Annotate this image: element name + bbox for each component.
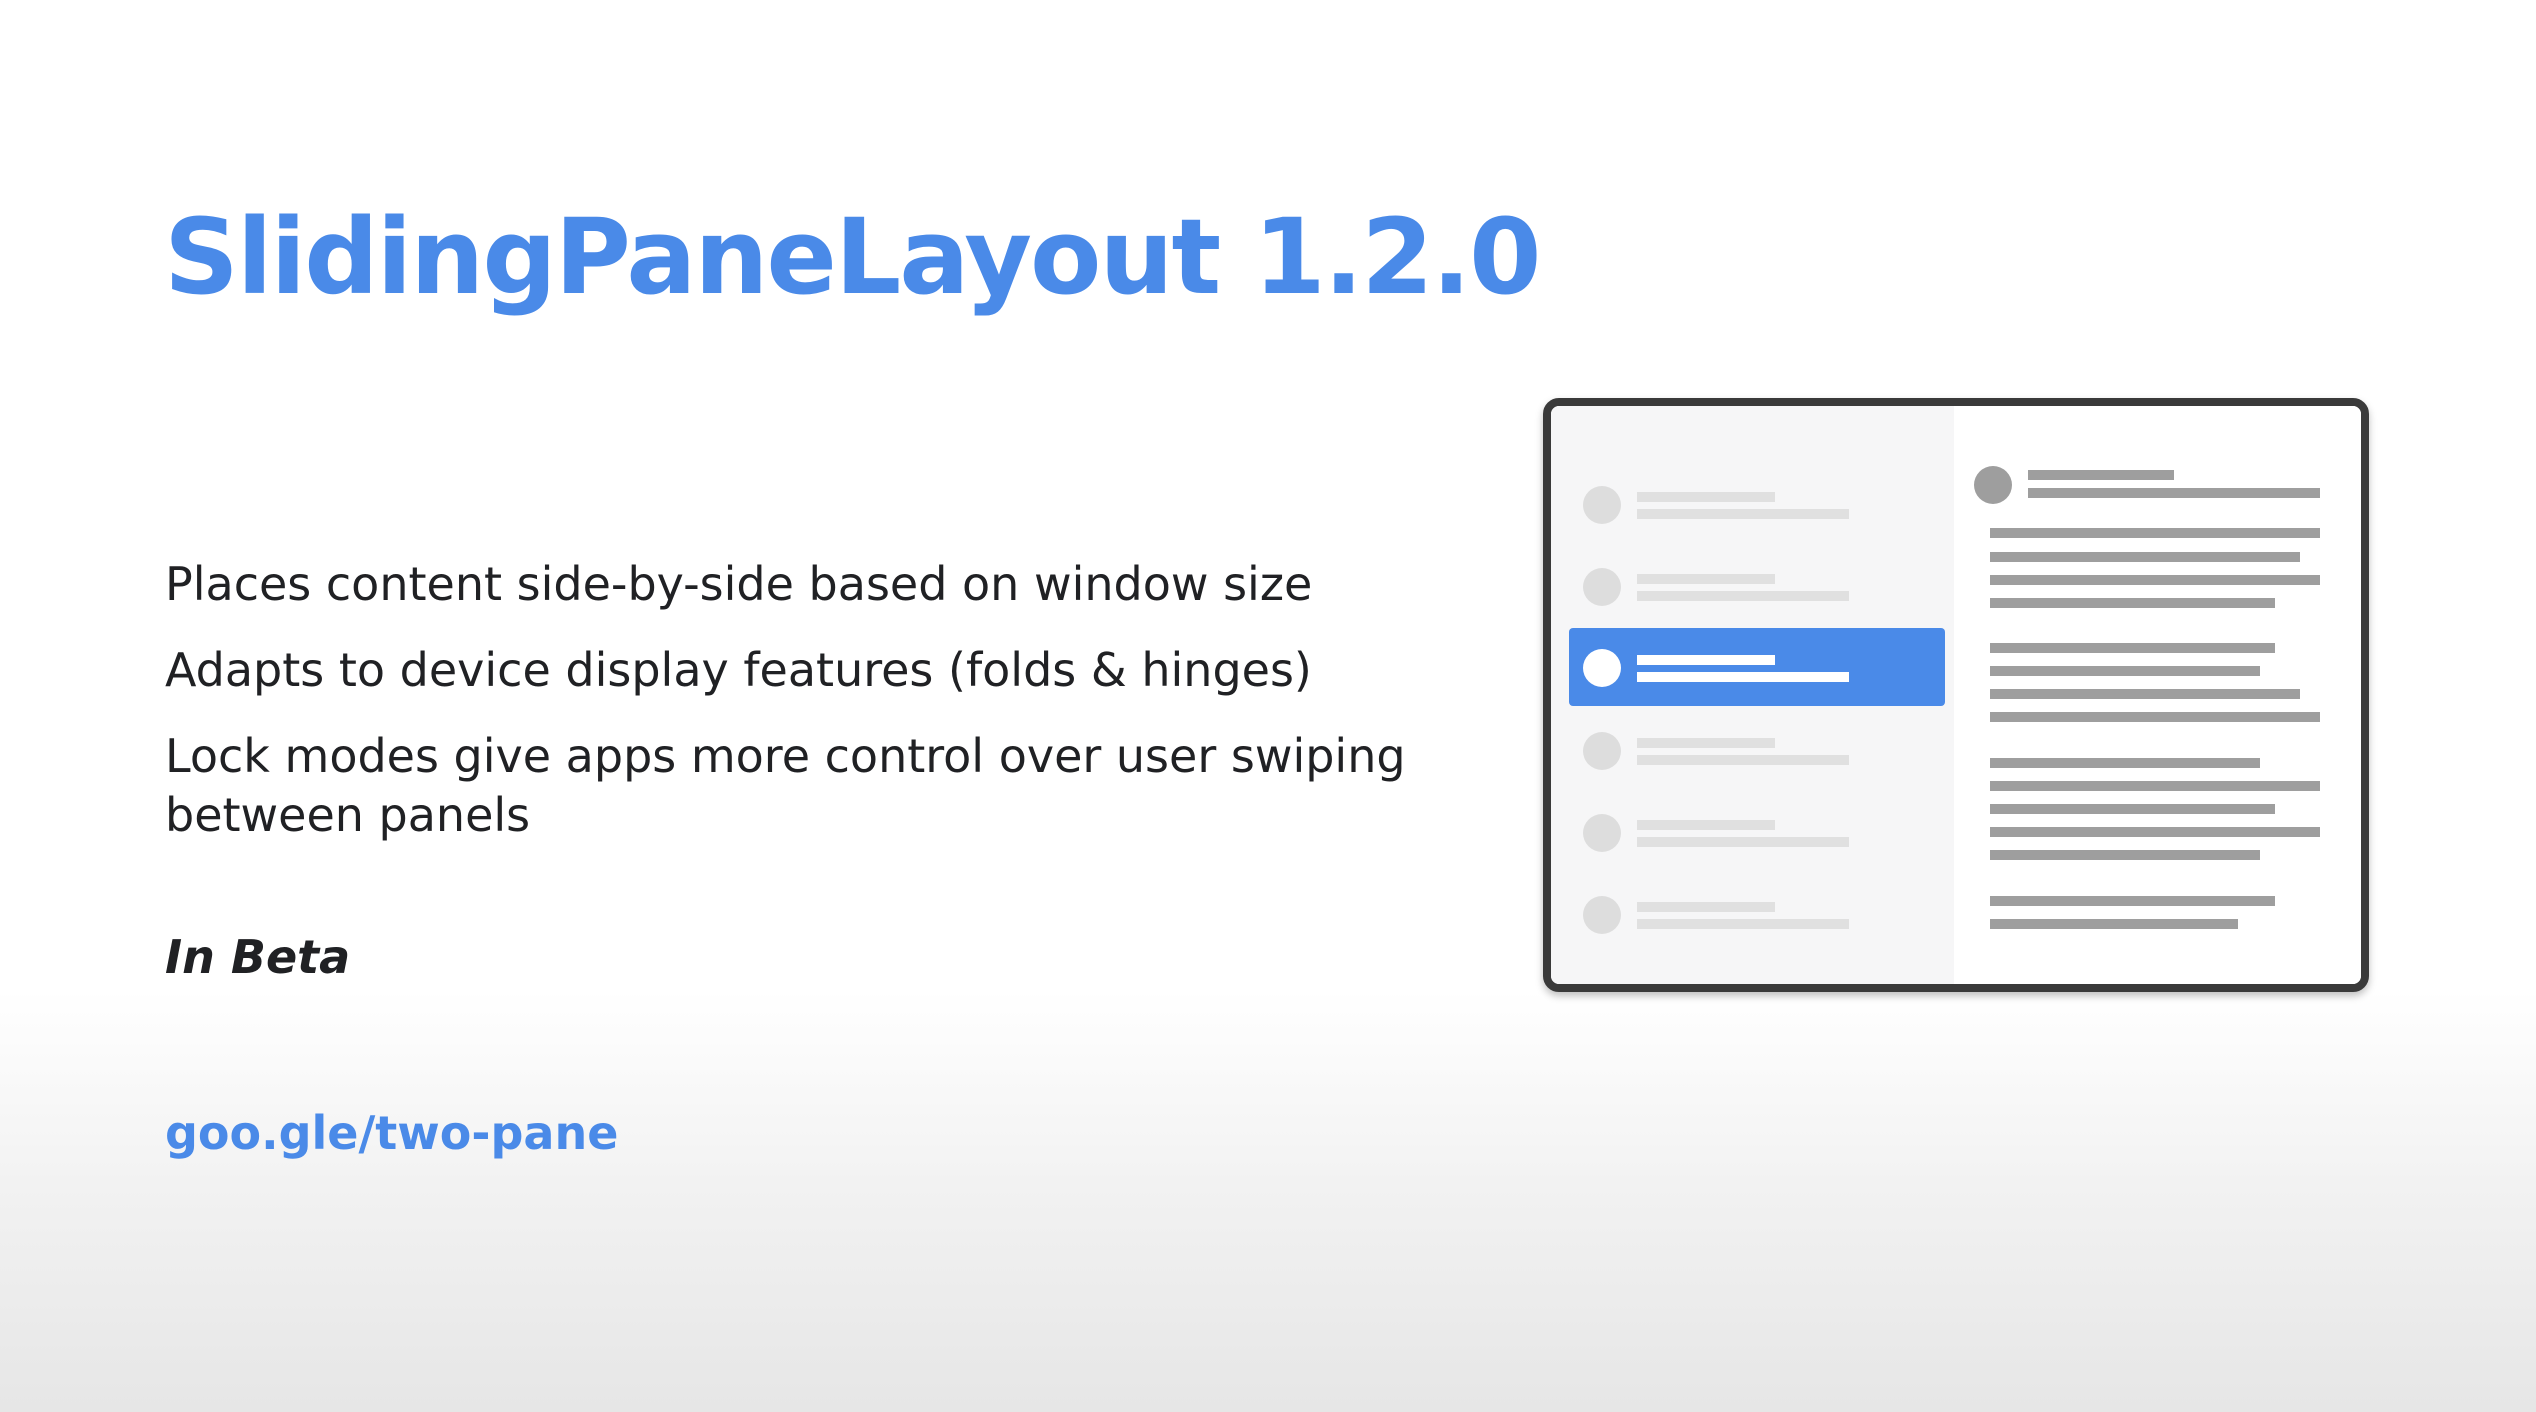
list-item (1551, 882, 1954, 942)
list-item (1551, 554, 1954, 614)
text-placeholder (2028, 470, 2174, 480)
avatar-placeholder (1583, 732, 1621, 770)
text-placeholder (1637, 509, 1849, 519)
two-pane-illustration (1543, 398, 2369, 992)
text-placeholder (1990, 689, 2300, 699)
bullet-list: Places content side-by-side based on win… (165, 555, 1435, 872)
text-placeholder (1637, 492, 1775, 502)
text-placeholder (1990, 552, 2300, 562)
text-placeholder (1637, 738, 1775, 748)
text-placeholder (1637, 574, 1775, 584)
text-placeholder (1990, 666, 2260, 676)
selected-list-item (1569, 628, 1945, 706)
text-placeholder (2028, 488, 2320, 498)
text-placeholder (1637, 820, 1775, 830)
avatar-placeholder (1583, 568, 1621, 606)
text-placeholder (1990, 919, 2238, 929)
avatar-placeholder (1583, 814, 1621, 852)
text-placeholder (1990, 781, 2320, 791)
avatar-placeholder (1974, 466, 2012, 504)
text-placeholder (1637, 672, 1849, 682)
two-pane-link[interactable]: goo.gle/two-pane (165, 1106, 618, 1161)
text-placeholder (1990, 827, 2320, 837)
detail-pane (1954, 406, 2361, 984)
text-placeholder (1990, 528, 2320, 538)
avatar-placeholder (1583, 486, 1621, 524)
text-placeholder (1637, 755, 1849, 765)
text-placeholder (1990, 804, 2275, 814)
text-placeholder (1990, 598, 2275, 608)
avatar-placeholder (1583, 896, 1621, 934)
list-pane (1551, 406, 1954, 984)
text-placeholder (1637, 655, 1775, 665)
avatar-placeholder (1583, 649, 1621, 687)
text-placeholder (1637, 837, 1849, 847)
status-label: In Beta (165, 930, 351, 984)
text-placeholder (1637, 902, 1775, 912)
text-placeholder (1637, 591, 1849, 601)
bullet-item: Places content side-by-side based on win… (165, 557, 1313, 611)
text-placeholder (1990, 896, 2275, 906)
text-placeholder (1990, 850, 2260, 860)
bullet-item: Lock modes give apps more control over u… (165, 729, 1406, 842)
list-item (1551, 472, 1954, 532)
text-placeholder (1990, 758, 2260, 768)
text-placeholder (1990, 712, 2320, 722)
bullet-item: Adapts to device display features (folds… (165, 643, 1312, 697)
list-item (1551, 800, 1954, 860)
slide-title: SlidingPaneLayout 1.2.0 (164, 196, 1542, 318)
text-placeholder (1637, 919, 1849, 929)
text-placeholder (1990, 643, 2275, 653)
text-placeholder (1990, 575, 2320, 585)
list-item (1551, 718, 1954, 778)
